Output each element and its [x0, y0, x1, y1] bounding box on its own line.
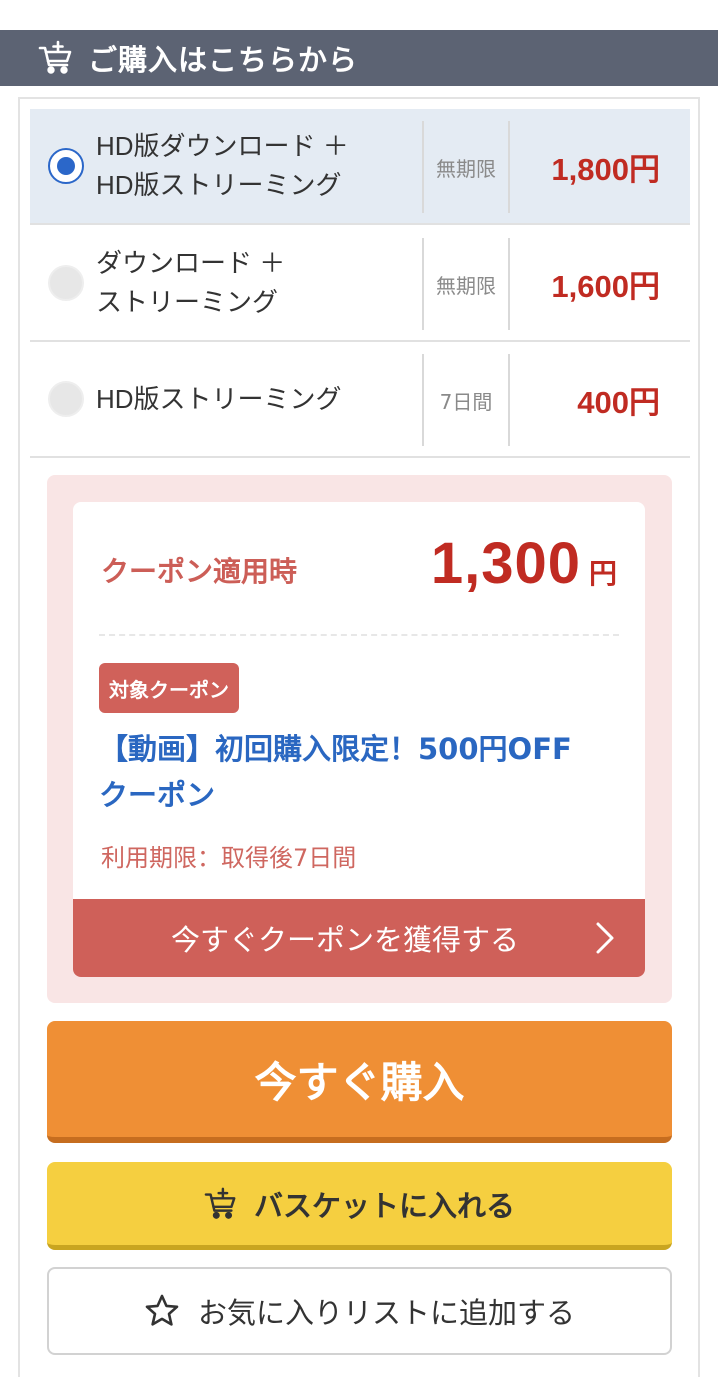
purchase-header: ご購入はこちらから [0, 30, 718, 86]
radio-button[interactable] [48, 265, 84, 301]
radio-button-selected[interactable] [48, 148, 84, 184]
cart-add-icon [204, 1187, 238, 1221]
coupon-price-value: 1,300 [430, 531, 581, 596]
option-hd-streaming[interactable]: HD版ストリーミング 7日間 400円 [30, 342, 690, 458]
add-to-favorites-label: お気に入りリストに追加する [197, 1296, 575, 1330]
option-name: ダウンロード ＋ ストリーミング [96, 244, 416, 322]
cart-add-icon [38, 40, 74, 76]
option-hd-download-streaming[interactable]: HD版ダウンロード ＋ HD版ストリーミング 無期限 1,800円 [30, 109, 690, 225]
radio-button[interactable] [48, 381, 84, 417]
option-period: 無期限 [422, 121, 510, 213]
coupon-price: 1,300 円 [431, 530, 617, 597]
coupon-price-yen: 円 [588, 558, 617, 589]
option-period: 7日間 [422, 354, 510, 446]
option-price: 1,600円 [551, 268, 660, 304]
option-price: 400円 [577, 384, 660, 420]
option-price: 1,800円 [551, 151, 660, 187]
get-coupon-button[interactable]: 今すぐクーポンを獲得する [73, 899, 645, 977]
coupon-price-label: クーポン適用時 [101, 555, 298, 588]
option-download-streaming[interactable]: ダウンロード ＋ ストリーミング 無期限 1,600円 [30, 226, 690, 342]
add-to-basket-label: バスケットに入れる [253, 1188, 515, 1223]
coupon-card: クーポン適用時 1,300 円 対象クーポン 【動画】初回購入限定！500円OF… [73, 502, 645, 977]
coupon-expiry: 利用期限：取得後7日間 [101, 844, 357, 872]
coupon-name: 【動画】初回購入限定！500円OFF クーポン [99, 726, 619, 818]
option-name-line1: HD版ダウンロード ＋ [96, 131, 349, 161]
option-name: HD版ダウンロード ＋ HD版ストリーミング [96, 127, 416, 205]
add-to-favorites-button[interactable]: お気に入りリストに追加する [47, 1267, 672, 1355]
target-coupon-badge: 対象クーポン [99, 663, 239, 713]
option-name-line1: HD版ストリーミング [96, 383, 342, 414]
star-icon [144, 1293, 180, 1329]
header-title: ご購入はこちらから [88, 43, 359, 77]
coupon-section: クーポン適用時 1,300 円 対象クーポン 【動画】初回購入限定！500円OF… [47, 475, 672, 1003]
add-to-basket-button[interactable]: バスケットに入れる [47, 1162, 672, 1250]
option-name-line2: HD版ストリーミング [96, 170, 342, 200]
option-name-line2: ストリーミング [96, 287, 279, 317]
coupon-name-line2: クーポン [99, 778, 216, 812]
option-period: 無期限 [422, 238, 510, 330]
dashed-divider [99, 634, 619, 636]
buy-now-button[interactable]: 今すぐ購入 [47, 1021, 672, 1143]
option-name-line1: ダウンロード ＋ [96, 248, 286, 278]
chevron-right-icon [596, 922, 614, 954]
coupon-name-line1: 【動画】初回購入限定！500円OFF [99, 732, 572, 766]
option-name: HD版ストリーミング [96, 380, 416, 419]
get-coupon-label: 今すぐクーポンを獲得する [170, 923, 519, 957]
